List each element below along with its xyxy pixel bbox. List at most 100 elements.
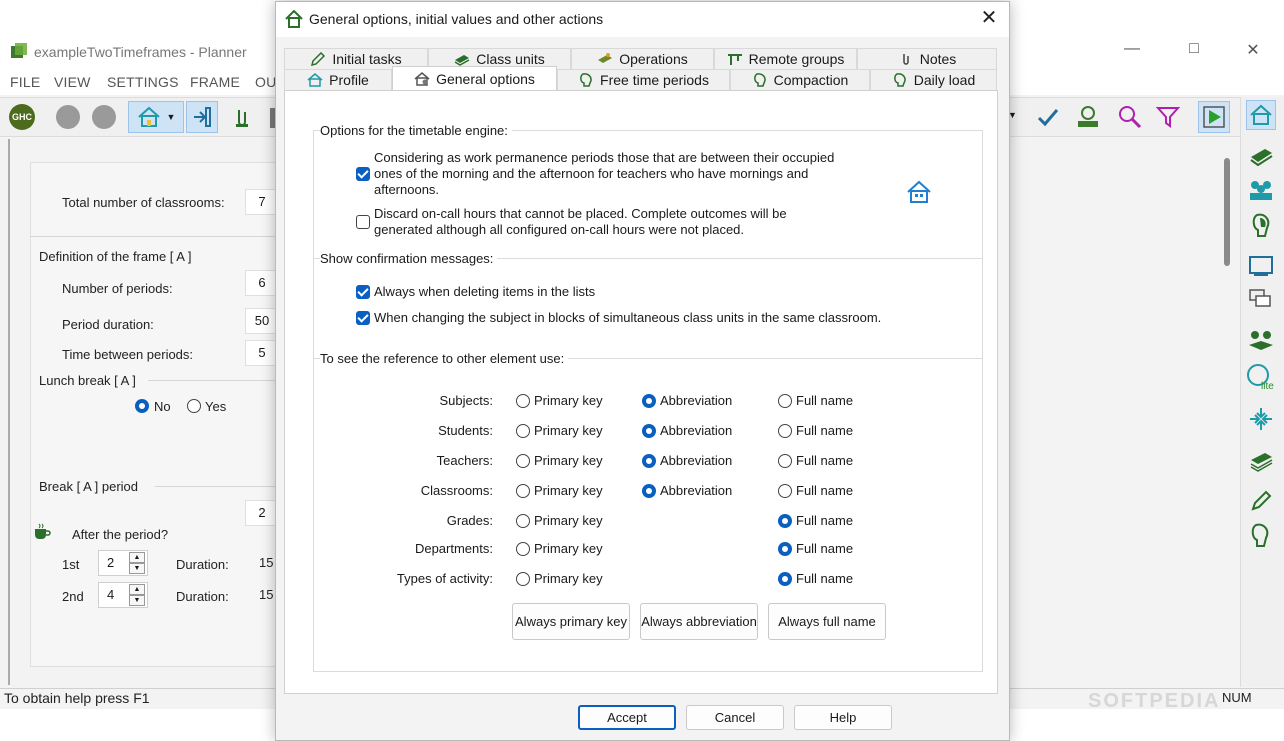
always-full-name-button[interactable]: Always full name: [768, 603, 886, 640]
discard-oncall-checkbox[interactable]: [356, 215, 370, 229]
confirm-section-label: Show confirmation messages:: [320, 251, 498, 266]
full-radio[interactable]: [778, 542, 792, 556]
menu-frame[interactable]: FRAME: [190, 74, 240, 90]
tab-profile[interactable]: Profile: [284, 69, 392, 90]
menu-out[interactable]: OU: [255, 74, 276, 90]
second-break-stepper[interactable]: 4 ▲ ▼: [98, 582, 148, 608]
coffee-cup-icon: [35, 523, 51, 539]
close-app-icon[interactable]: ✕: [1243, 40, 1263, 60]
remote-groups-icon: [727, 54, 742, 65]
spin-down-icon[interactable]: ▼: [129, 563, 145, 574]
house-icon: [307, 73, 323, 87]
total-classrooms-field[interactable]: 7: [245, 189, 279, 215]
spin-up-icon[interactable]: ▲: [129, 552, 145, 563]
app-title: exampleTwoTimeframes - Planner: [34, 44, 247, 60]
lunch-yes-radio[interactable]: [187, 399, 201, 413]
full-radio[interactable]: [778, 514, 792, 528]
home-dropdown-button[interactable]: ▼: [128, 101, 184, 133]
primary-radio[interactable]: [516, 514, 530, 528]
primary-option-label: Primary key: [534, 453, 603, 468]
spin-up-icon[interactable]: ▲: [129, 584, 145, 595]
abbreviation-radio[interactable]: [642, 484, 656, 498]
full-radio[interactable]: [778, 484, 792, 498]
lunch-no-label: No: [154, 399, 171, 414]
lite-side-button[interactable]: lite: [1246, 362, 1276, 392]
tab-free-time-periods[interactable]: Free time periods: [557, 69, 730, 90]
edit-side-button[interactable]: [1246, 486, 1276, 516]
primary-option-label: Primary key: [534, 483, 603, 498]
break-period-field[interactable]: 2: [245, 500, 279, 526]
first-break-stepper[interactable]: 2 ▲ ▼: [98, 550, 148, 576]
full-radio[interactable]: [778, 572, 792, 586]
scrollbar-thumb[interactable]: [1224, 158, 1230, 266]
filter-button[interactable]: [1152, 101, 1184, 133]
num-periods-field[interactable]: 6: [245, 270, 279, 296]
students-side-button[interactable]: [1246, 175, 1276, 205]
lunch-no-radio[interactable]: [135, 399, 149, 413]
tab-operations[interactable]: Operations: [571, 48, 714, 69]
tab-remote-groups[interactable]: Remote groups: [714, 48, 857, 69]
rooms-side-button[interactable]: [1246, 285, 1276, 315]
duration-value-2[interactable]: 15: [259, 587, 273, 602]
confirm-delete-checkbox[interactable]: [356, 285, 370, 299]
always-primary-key-button[interactable]: Always primary key: [512, 603, 630, 640]
compress-arrows-icon: [1250, 408, 1272, 430]
nav-back-button[interactable]: [52, 101, 84, 133]
tab-daily-load[interactable]: Daily load: [870, 69, 997, 90]
compaction-side-button[interactable]: [1246, 404, 1276, 434]
primary-radio[interactable]: [516, 484, 530, 498]
tab-notes[interactable]: Notes: [857, 48, 997, 69]
zoom-search-button[interactable]: [1114, 101, 1146, 133]
accept-button[interactable]: Accept: [578, 705, 676, 730]
spin-down-icon[interactable]: ▼: [129, 595, 145, 606]
full-radio[interactable]: [778, 394, 792, 408]
close-icon[interactable]: ✕: [978, 6, 1000, 30]
work-permanence-checkbox[interactable]: [356, 167, 370, 181]
subjects-side-button[interactable]: [1246, 140, 1276, 170]
groups-side-button[interactable]: [1246, 326, 1276, 356]
primary-radio[interactable]: [516, 542, 530, 556]
primary-radio[interactable]: [516, 424, 530, 438]
teacher-head-icon: [753, 73, 766, 87]
abbreviation-radio[interactable]: [642, 394, 656, 408]
search-people-button[interactable]: [1072, 101, 1104, 133]
import-button[interactable]: [186, 101, 218, 133]
maximize-icon[interactable]: □: [1184, 40, 1204, 58]
help-button[interactable]: Help: [794, 705, 892, 730]
house-icon: [907, 180, 931, 203]
tab-compaction[interactable]: Compaction: [730, 69, 870, 90]
abbreviation-radio[interactable]: [642, 454, 656, 468]
lunch-break-label: Lunch break [ A ]: [39, 373, 136, 388]
menu-file[interactable]: FILE: [10, 74, 40, 90]
cancel-button[interactable]: Cancel: [686, 705, 784, 730]
attach-button[interactable]: [226, 101, 258, 133]
full-radio[interactable]: [778, 454, 792, 468]
teacher-edit-side-button[interactable]: [1246, 520, 1276, 550]
tab-general-options[interactable]: General options: [392, 66, 557, 90]
run-button[interactable]: [1198, 101, 1230, 133]
ghc-button[interactable]: GHC: [6, 101, 38, 133]
menu-view[interactable]: VIEW: [54, 74, 91, 90]
operations-icon: [598, 53, 613, 63]
classrooms-side-button[interactable]: [1246, 251, 1276, 281]
always-abbreviation-button[interactable]: Always abbreviation: [640, 603, 758, 640]
period-duration-field[interactable]: 50: [245, 308, 279, 334]
primary-option-label: Primary key: [534, 571, 603, 586]
teachers-side-button[interactable]: [1246, 210, 1276, 240]
time-between-field[interactable]: 5: [245, 340, 279, 366]
duration-value-1[interactable]: 15: [259, 555, 273, 570]
primary-radio[interactable]: [516, 454, 530, 468]
abbreviation-radio[interactable]: [642, 424, 656, 438]
minimize-icon[interactable]: —: [1122, 40, 1142, 58]
filter-icon: [1155, 107, 1181, 128]
primary-radio[interactable]: [516, 572, 530, 586]
home-side-button[interactable]: [1246, 100, 1276, 130]
confirm-subject-change-checkbox[interactable]: [356, 311, 370, 325]
check-button[interactable]: [1032, 101, 1064, 133]
primary-radio[interactable]: [516, 394, 530, 408]
class-units-side-button[interactable]: [1246, 445, 1276, 475]
nav-forward-button[interactable]: [88, 101, 120, 133]
divider: [155, 486, 275, 487]
menu-settings[interactable]: SETTINGS: [107, 74, 179, 90]
full-radio[interactable]: [778, 424, 792, 438]
